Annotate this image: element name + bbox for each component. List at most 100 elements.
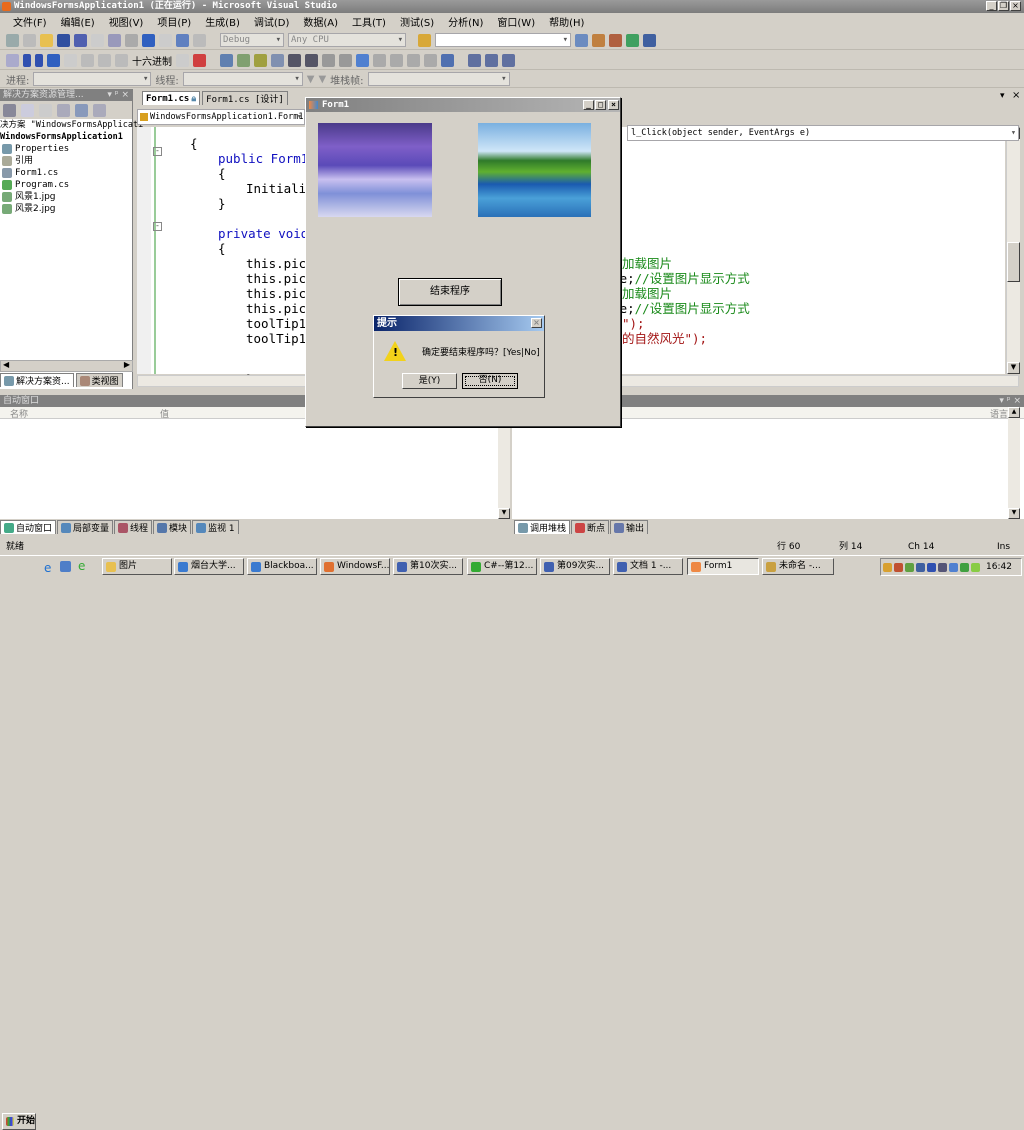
solution-item[interactable]: 风景2.jpg	[0, 203, 132, 215]
process-combo[interactable]	[33, 72, 152, 86]
form1-maximize-button[interactable]: □	[595, 100, 606, 110]
tab-autos-1[interactable]: 局部变量	[57, 520, 114, 534]
object-browser-icon[interactable]	[626, 33, 639, 47]
start-icon[interactable]	[193, 33, 206, 47]
step-out-icon[interactable]	[115, 53, 128, 67]
solution-item[interactable]: Program.cs	[0, 179, 132, 191]
properties-icon[interactable]	[592, 33, 605, 47]
tab-callstack-0[interactable]: 调用堆栈	[514, 520, 571, 534]
tab-autos-2[interactable]: 线程	[114, 520, 153, 534]
ie-green-icon[interactable]: e	[78, 559, 85, 573]
flag-filter-icon[interactable]: ▼	[307, 74, 315, 85]
flag-icon[interactable]: ▼	[318, 74, 326, 85]
tray-icon[interactable]	[960, 562, 969, 572]
menu-item[interactable]: 数据(A)	[296, 14, 345, 29]
hex-button[interactable]: 十六进制	[132, 53, 172, 68]
thread-combo[interactable]	[182, 72, 303, 86]
open-icon[interactable]	[40, 33, 53, 47]
yes-button[interactable]: 是(Y)	[402, 373, 457, 389]
tray-icon[interactable]	[927, 562, 936, 572]
taskbar-item[interactable]: Form1	[687, 558, 759, 575]
comment-icon[interactable]	[322, 53, 335, 67]
restore-button[interactable]: ❐	[998, 1, 1009, 11]
ie-icon[interactable]: e	[44, 561, 51, 575]
editor-vscrollbar[interactable]: ▲▼	[1006, 127, 1020, 374]
close-button[interactable]: ×	[1010, 1, 1021, 11]
solution-item[interactable]: Form1.cs	[0, 167, 132, 179]
taskbar-item[interactable]: 烟台大学...	[174, 558, 244, 575]
continue-icon[interactable]	[6, 53, 19, 67]
menu-item[interactable]: 编辑(E)	[54, 14, 102, 29]
uncomment-icon[interactable]	[339, 53, 352, 67]
properties-button-icon[interactable]	[3, 104, 16, 117]
format-icon[interactable]	[271, 53, 284, 67]
breakpoint-icon[interactable]	[176, 53, 189, 67]
menu-item[interactable]: 窗口(W)	[490, 14, 542, 29]
tray-icon[interactable]	[949, 562, 958, 572]
layout3-icon[interactable]	[502, 53, 515, 67]
tray-icon[interactable]	[905, 562, 914, 572]
collapse-icon[interactable]: -	[153, 222, 162, 231]
bookmark-clear-icon[interactable]	[407, 53, 420, 67]
menu-item[interactable]: 分析(N)	[441, 14, 490, 29]
solution-node[interactable]: 决方案 "WindowsFormsApplicati	[0, 119, 143, 131]
tab-autos-3[interactable]: 模块	[153, 520, 192, 534]
tray-icon[interactable]	[971, 562, 980, 572]
close-document-icon[interactable]: ×	[1012, 90, 1020, 101]
view-designer-icon[interactable]	[75, 104, 88, 117]
add-item-icon[interactable]	[23, 33, 36, 47]
dialog-close-button[interactable]: ×	[531, 318, 542, 328]
form1-minimize-button[interactable]: _	[583, 100, 594, 110]
minimize-button[interactable]: _	[986, 1, 997, 11]
stackframe-combo[interactable]	[367, 72, 510, 86]
tab-callstack-2[interactable]: 输出	[610, 520, 649, 534]
menu-item[interactable]: 工具(T)	[345, 14, 393, 29]
platform-combo[interactable]: Any CPU	[288, 33, 406, 47]
solution-hscrollbar[interactable]: ◀ ▶	[0, 360, 133, 372]
layout2-icon[interactable]	[485, 53, 498, 67]
tab-solution-explorer[interactable]: 解决方案资...	[0, 373, 74, 387]
step-into-icon[interactable]	[81, 53, 94, 67]
tab-callstack-1[interactable]: 断点	[571, 520, 610, 534]
break-all-icon[interactable]	[23, 53, 31, 67]
bookmark-folder-icon[interactable]	[424, 53, 437, 67]
menu-item[interactable]: 生成(B)	[198, 14, 247, 29]
tab-form1-design[interactable]: Form1.cs [设计]	[202, 91, 288, 105]
column-language[interactable]: 语言	[990, 410, 1008, 420]
bookmark-icon[interactable]	[356, 53, 369, 67]
column-name[interactable]: 名称	[10, 407, 28, 420]
refresh-icon[interactable]	[39, 104, 52, 117]
bookmark-prev-icon[interactable]	[373, 53, 386, 67]
show-next-statement-icon[interactable]	[64, 53, 77, 67]
navigate-icon[interactable]	[176, 33, 189, 47]
taskbar-item[interactable]: WindowsF...	[320, 558, 390, 575]
call-stack-vscrollbar[interactable]: ▲ ▼	[1008, 407, 1020, 519]
redo-icon[interactable]	[159, 33, 172, 47]
taskbar-item[interactable]: Blackboa...	[247, 558, 317, 575]
member-combo[interactable]: l_Click(object sender, EventArgs e)	[627, 125, 1019, 141]
menu-item[interactable]: 文件(F)	[6, 14, 54, 29]
start-page-icon[interactable]	[643, 33, 656, 47]
save-all-icon[interactable]	[74, 33, 87, 47]
new-project-icon[interactable]	[6, 33, 19, 47]
taskbar-item[interactable]: C#--第12...	[467, 558, 537, 575]
class-combo[interactable]: WindowsFormsApplication1.Form1	[137, 109, 305, 125]
paste-icon[interactable]	[125, 33, 138, 47]
windows-icon[interactable]	[193, 53, 206, 67]
indent-icon[interactable]	[288, 53, 301, 67]
taskbar-item[interactable]: 文档 1 -...	[613, 558, 683, 575]
copy-icon[interactable]	[108, 33, 121, 47]
view-icon[interactable]	[220, 53, 233, 67]
taskbar-item[interactable]: 第10次实...	[393, 558, 463, 575]
tool2-icon[interactable]	[254, 53, 267, 67]
layout-icon[interactable]	[468, 53, 481, 67]
stop-icon[interactable]	[35, 53, 43, 67]
bookmark-window-icon[interactable]	[441, 53, 454, 67]
start-button[interactable]: 开始	[2, 1113, 36, 1130]
menu-item[interactable]: 帮助(H)	[542, 14, 591, 29]
menu-item[interactable]: 调试(D)	[247, 14, 297, 29]
desktop-icon[interactable]	[60, 561, 71, 572]
tool-icon[interactable]	[237, 53, 250, 67]
solution-item[interactable]: Properties	[0, 143, 132, 155]
autos-vscrollbar[interactable]: ▼	[498, 419, 510, 519]
